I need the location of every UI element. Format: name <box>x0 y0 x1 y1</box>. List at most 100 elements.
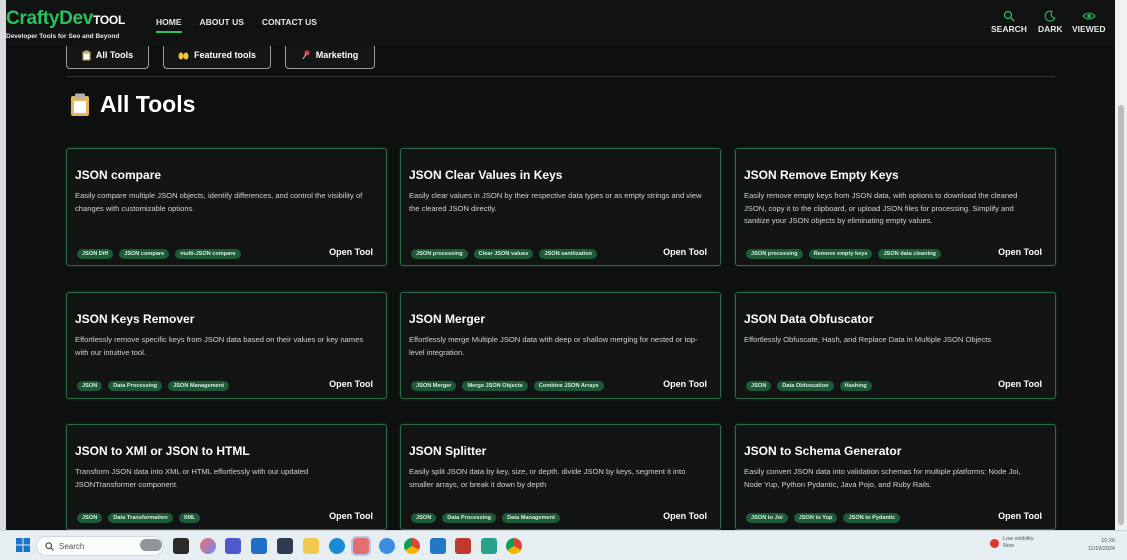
tag-chip[interactable]: Hashing <box>839 381 872 391</box>
tag-chip[interactable]: JSON sanitization <box>539 249 597 259</box>
tag-chip[interactable]: JSON data cleaning <box>878 249 941 259</box>
dark-label: DARK <box>1038 24 1063 34</box>
filter-label: All Tools <box>95 50 134 60</box>
pdf-reader-icon[interactable] <box>455 538 471 554</box>
tag-chip[interactable]: Data Management <box>502 513 560 523</box>
animal-widget-icon[interactable] <box>140 539 162 551</box>
tool-card[interactable]: JSON to XMl or JSON to HTML Transform JSO… <box>66 424 387 530</box>
scrollbar-thumb[interactable] <box>1118 105 1124 525</box>
site-header: CraftyDevTOOL Developer Tools for Seo an… <box>6 0 1115 46</box>
copilot-icon[interactable] <box>200 538 216 554</box>
tag-chip[interactable]: Merge JSON Objects <box>462 381 528 391</box>
tag-chip[interactable]: XML <box>178 513 201 523</box>
tool-card[interactable]: JSON Remove Empty Keys Easily remove empt… <box>735 148 1056 266</box>
tool-card-title: JSON Clear Values in Keys <box>409 168 563 182</box>
desktop-edge <box>0 0 6 530</box>
system-tray-notification[interactable]: Low visibility Now <box>990 536 1034 550</box>
tag-chip[interactable]: JSON Management <box>168 381 230 391</box>
filter-label: Marketing <box>315 50 359 60</box>
logo-text: CraftyDev <box>6 8 94 29</box>
page-title-text: All Tools <box>100 91 196 117</box>
search-button[interactable]: SEARCH <box>991 10 1027 34</box>
tool-card-tags: JSON processing Clear JSON values JSON san… <box>411 249 597 259</box>
open-tool-button[interactable]: Open Tool <box>329 511 373 521</box>
tray-line-1: Low visibility <box>1003 536 1034 542</box>
tag-chip[interactable]: JSON Diff <box>77 249 114 259</box>
tool-card-title: JSON Data Obfuscator <box>744 312 874 326</box>
tool-card[interactable]: JSON Keys Remover Effortlessly remove spe… <box>66 292 387 399</box>
tag-chip[interactable]: JSON <box>77 381 103 391</box>
open-tool-button[interactable]: Open Tool <box>663 511 707 521</box>
teams-icon[interactable] <box>225 538 241 554</box>
scrollbar[interactable] <box>1115 0 1127 530</box>
tag-chip[interactable]: JSON Merger <box>411 381 457 391</box>
edge-icon[interactable] <box>329 538 345 554</box>
tool-card[interactable]: JSON to Schema Generator Easily convert J… <box>735 424 1056 530</box>
store-icon[interactable] <box>277 538 293 554</box>
tag-chip[interactable]: JSON to Pydantic <box>843 513 901 523</box>
clipboard-icon <box>82 50 91 60</box>
tag-chip[interactable]: JSON <box>77 513 103 523</box>
main-nav: HOME ABOUT US CONTACT US <box>156 17 317 33</box>
tag-chip[interactable]: Data Transformation <box>108 513 173 523</box>
tray-line-2: Now <box>1003 543 1015 549</box>
viewed-label: VIEWED <box>1072 24 1106 34</box>
tool-card-title: JSON compare <box>75 168 162 182</box>
viewed-button[interactable]: VIEWED <box>1072 10 1106 34</box>
site-logo[interactable]: CraftyDevTOOL Developer Tools for Seo an… <box>6 8 125 40</box>
tag-chip[interactable]: JSON <box>746 381 772 391</box>
tool-card[interactable]: JSON Merger Effortlessly merge Multiple J… <box>400 292 721 399</box>
mail-icon[interactable] <box>251 538 267 554</box>
windows-taskbar: Search Low visibility Now 10:26 11/19/202… <box>0 530 1127 560</box>
nav-contact-us[interactable]: CONTACT US <box>262 17 317 33</box>
logo-tagline: Developer Tools for Seo and Beyond <box>6 33 120 40</box>
open-tool-button[interactable]: Open Tool <box>663 379 707 389</box>
tag-chip[interactable]: Data Processing <box>442 513 497 523</box>
tool-card-title: JSON Merger <box>409 312 486 326</box>
file-explorer-icon[interactable] <box>303 538 319 554</box>
tag-chip[interactable]: JSON processing <box>746 249 803 259</box>
open-tool-button[interactable]: Open Tool <box>329 379 373 389</box>
windows-start-icon[interactable] <box>16 538 30 552</box>
tool-card[interactable]: JSON Splitter Easily split JSON data by k… <box>400 424 721 530</box>
filter-label: Featured tools <box>193 50 256 60</box>
tool-card-tags: JSON Merger Merge JSON Objects Combine JSO… <box>411 381 604 391</box>
tool-card-description: Effortlessly remove specific keys from J… <box>75 335 364 357</box>
tag-chip[interactable]: JSON compare <box>119 249 170 259</box>
task-view-icon[interactable] <box>173 538 189 554</box>
tag-chip[interactable]: JSON to Joi <box>746 513 788 523</box>
open-tool-button[interactable]: Open Tool <box>998 379 1042 389</box>
tool-card-description: Effortlessly Obfuscate, Hash, and Replac… <box>744 335 992 344</box>
tool-card[interactable]: JSON Data Obfuscator Effortlessly Obfusca… <box>735 292 1056 399</box>
nav-about-us[interactable]: ABOUT US <box>200 17 244 33</box>
open-tool-button[interactable]: Open Tool <box>998 511 1042 521</box>
tool-card[interactable]: JSON Clear Values in Keys Easily clear va… <box>400 148 721 266</box>
app-icon[interactable] <box>481 538 497 554</box>
tag-chip[interactable]: JSON <box>411 513 437 523</box>
open-tool-button[interactable]: Open Tool <box>998 247 1042 257</box>
tag-chip[interactable]: multi-JSON compare <box>175 249 241 259</box>
vscode-icon[interactable] <box>430 538 446 554</box>
tool-card[interactable]: JSON compare Easily compare multiple JSON… <box>66 148 387 266</box>
dark-mode-toggle[interactable]: DARK <box>1038 10 1063 34</box>
tag-chip[interactable]: JSON processing <box>411 249 468 259</box>
nav-home[interactable]: HOME <box>156 17 182 33</box>
taskbar-search-text: Search <box>59 541 85 551</box>
tag-chip[interactable]: Data Processing <box>108 381 163 391</box>
tag-chip[interactable]: Clear JSON values <box>473 249 534 259</box>
tag-chip[interactable]: JSON to Yup <box>793 513 838 523</box>
weather-icon[interactable] <box>379 538 395 554</box>
tag-chip[interactable]: Data Obfuscation <box>777 381 834 391</box>
tool-card-tags: JSON Data Processing Data Management <box>411 513 560 523</box>
tag-chip[interactable]: Combine JSON Arrays <box>533 381 604 391</box>
brave-browser-icon[interactable] <box>351 536 371 556</box>
tool-card-tags: JSON Data Obfuscation Hashing <box>746 381 872 391</box>
tool-card-title: JSON Remove Empty Keys <box>744 168 899 182</box>
taskbar-clock[interactable]: 10:26 11/19/2024 <box>1075 537 1115 553</box>
search-label: SEARCH <box>991 24 1027 34</box>
chrome-profile-icon[interactable] <box>506 538 522 554</box>
open-tool-button[interactable]: Open Tool <box>329 247 373 257</box>
chrome-icon[interactable] <box>404 538 420 554</box>
open-tool-button[interactable]: Open Tool <box>663 247 707 257</box>
tag-chip[interactable]: Remove empty keys <box>808 249 873 259</box>
